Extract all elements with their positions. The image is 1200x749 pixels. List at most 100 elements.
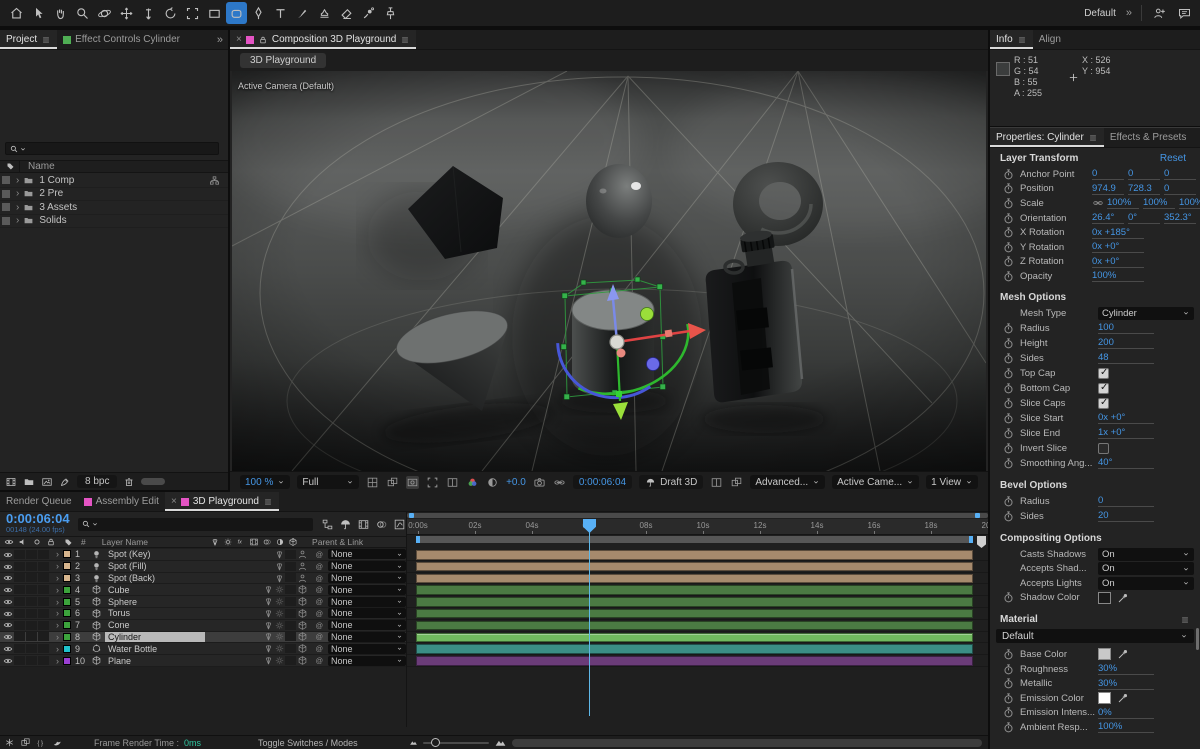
switch-cell[interactable] — [285, 550, 296, 559]
property-value-x[interactable]: 974.9 — [1092, 183, 1124, 195]
solo-toggle-cell[interactable] — [26, 573, 37, 582]
lock-toggle-cell[interactable] — [38, 597, 49, 606]
shy-toggle-icon[interactable] — [263, 620, 274, 631]
project-item-row[interactable]: › 3 Assets — [0, 201, 228, 215]
workspace-more-chevrons[interactable]: » — [1126, 7, 1131, 19]
layer-row[interactable]: › 5 Sphere None — [0, 596, 406, 608]
tab-effect-controls[interactable]: Effect Controls Cylinder — [57, 30, 186, 49]
property-value[interactable]: 0 — [1098, 495, 1154, 507]
current-time-display[interactable]: 0:00:06:04 00148 (24.00 fps) — [6, 513, 70, 535]
property-value[interactable]: 20 — [1098, 510, 1154, 522]
shy-toggle-icon[interactable] — [263, 584, 274, 595]
3d-layer-toggle-icon[interactable] — [297, 608, 308, 619]
stopwatch-icon[interactable] — [1002, 168, 1015, 181]
stopwatch-icon[interactable] — [1002, 706, 1015, 719]
stopwatch-icon[interactable] — [1002, 182, 1015, 195]
parent-pickwhip-icon[interactable] — [314, 631, 325, 642]
eyedropper-icon[interactable] — [1117, 648, 1129, 660]
eyedropper-icon[interactable] — [1117, 592, 1129, 604]
layer-name-column-header[interactable]: Layer Name — [102, 537, 148, 547]
eyedropper-icon[interactable] — [1117, 692, 1129, 704]
property-checkbox[interactable] — [1098, 443, 1109, 454]
renderer-dropdown[interactable]: Advanced... — [750, 475, 825, 489]
property-value-x[interactable]: 0x +185° — [1092, 227, 1144, 239]
property-value[interactable]: 30% — [1098, 678, 1154, 690]
expand-chevron-icon[interactable]: › — [16, 202, 19, 213]
parent-dropdown[interactable]: None — [328, 644, 406, 654]
solo-toggle-cell[interactable] — [26, 632, 37, 641]
item-label-swatch[interactable] — [2, 217, 10, 225]
parent-pickwhip-icon[interactable] — [314, 573, 325, 584]
solo-toggle-cell[interactable] — [26, 644, 37, 653]
property-value-x[interactable]: 0x +0° — [1092, 241, 1144, 253]
shy-toggle-icon[interactable] — [274, 561, 285, 572]
audio-toggle-cell[interactable] — [14, 550, 25, 559]
navigator-end-handle[interactable] — [975, 513, 980, 518]
item-label-swatch[interactable] — [2, 190, 10, 198]
work-area-bar[interactable] — [416, 536, 973, 543]
interpret-footage-icon[interactable] — [5, 476, 17, 488]
parent-pickwhip-icon[interactable] — [314, 584, 325, 595]
layer-label-swatch[interactable] — [63, 598, 71, 606]
collapse-toggle-icon[interactable] — [274, 631, 285, 642]
timeline-graph-area[interactable]: 0:00s 02s 04s — [406, 512, 988, 727]
eye-icon[interactable] — [3, 597, 13, 607]
eye-icon[interactable] — [3, 550, 13, 560]
3d-layer-toggle-icon[interactable] — [297, 655, 308, 666]
project-item-name[interactable]: Solids — [39, 215, 66, 226]
layer-duration-bar[interactable] — [416, 574, 973, 584]
layer-label-swatch[interactable] — [63, 645, 71, 653]
property-dropdown[interactable]: On — [1098, 577, 1194, 590]
toolbar-tool[interactable] — [314, 2, 335, 24]
project-search-input[interactable] — [5, 142, 219, 155]
collapse-column-icon[interactable] — [223, 537, 233, 547]
property-value[interactable]: 1x +0° — [1098, 427, 1154, 439]
number-column-header[interactable]: # — [81, 537, 86, 547]
material-preset-dropdown[interactable]: Default — [996, 629, 1194, 643]
parent-dropdown[interactable]: None — [328, 597, 406, 607]
exposure-value[interactable]: +0.0 — [506, 477, 526, 488]
audio-toggle-cell[interactable] — [14, 609, 25, 618]
3d-column-icon[interactable] — [288, 537, 298, 547]
property-value-z[interactable]: 0 — [1164, 183, 1196, 195]
show-snapshot-icon[interactable] — [553, 476, 566, 489]
property-value-y[interactable]: 100% — [1143, 197, 1175, 209]
work-area-start-handle[interactable] — [416, 536, 420, 543]
tab-properties[interactable]: Properties: Cylinder — [990, 128, 1104, 147]
solo-column-icon[interactable] — [32, 537, 42, 547]
project-item-name[interactable]: 3 Assets — [39, 202, 77, 213]
stopwatch-icon[interactable] — [1002, 367, 1015, 380]
layer-name[interactable]: Spot (Key) — [105, 549, 154, 559]
comments-icon[interactable] — [1177, 6, 1192, 21]
audio-toggle-cell[interactable] — [14, 585, 25, 594]
layer-name[interactable]: Water Bottle — [105, 644, 160, 654]
lock-toggle-cell[interactable] — [38, 585, 49, 594]
layer-name[interactable]: Cube — [105, 585, 133, 595]
choose-grid-icon[interactable] — [366, 476, 379, 489]
property-value-x[interactable]: 0 — [1092, 168, 1124, 180]
layer-duration-bar[interactable] — [416, 656, 973, 666]
toolbar-tool[interactable] — [6, 2, 27, 24]
stopwatch-icon[interactable] — [1002, 270, 1015, 283]
toggle-switches-modes-button[interactable]: Toggle Switches / Modes — [258, 738, 358, 748]
toolbar-tool[interactable] — [270, 2, 291, 24]
solo-toggle-cell[interactable] — [26, 609, 37, 618]
stopwatch-icon[interactable] — [1002, 382, 1015, 395]
property-value-x[interactable]: 26.4° — [1092, 212, 1124, 224]
toolbar-tool[interactable] — [358, 2, 379, 24]
audio-toggle-cell[interactable] — [14, 562, 25, 571]
reset-button[interactable]: Reset — [1160, 153, 1186, 164]
solo-toggle-cell[interactable] — [26, 550, 37, 559]
solo-toggle-cell[interactable] — [26, 597, 37, 606]
parent-pickwhip-icon[interactable] — [314, 549, 325, 560]
expand-chevron-icon[interactable]: › — [56, 549, 59, 559]
property-value-z[interactable]: 352.3° — [1164, 212, 1196, 224]
close-icon[interactable]: × — [236, 34, 242, 45]
tab-composition[interactable]: × Composition 3D Playground — [230, 30, 416, 49]
color-swatch[interactable] — [1098, 648, 1111, 660]
toolbar-tool[interactable] — [292, 2, 313, 24]
lock-toggle-cell[interactable] — [38, 644, 49, 653]
eye-icon[interactable] — [3, 620, 13, 630]
layer-row[interactable]: › 2 Spot (Fill) None — [0, 561, 406, 573]
light-3d-icon[interactable] — [297, 561, 308, 572]
